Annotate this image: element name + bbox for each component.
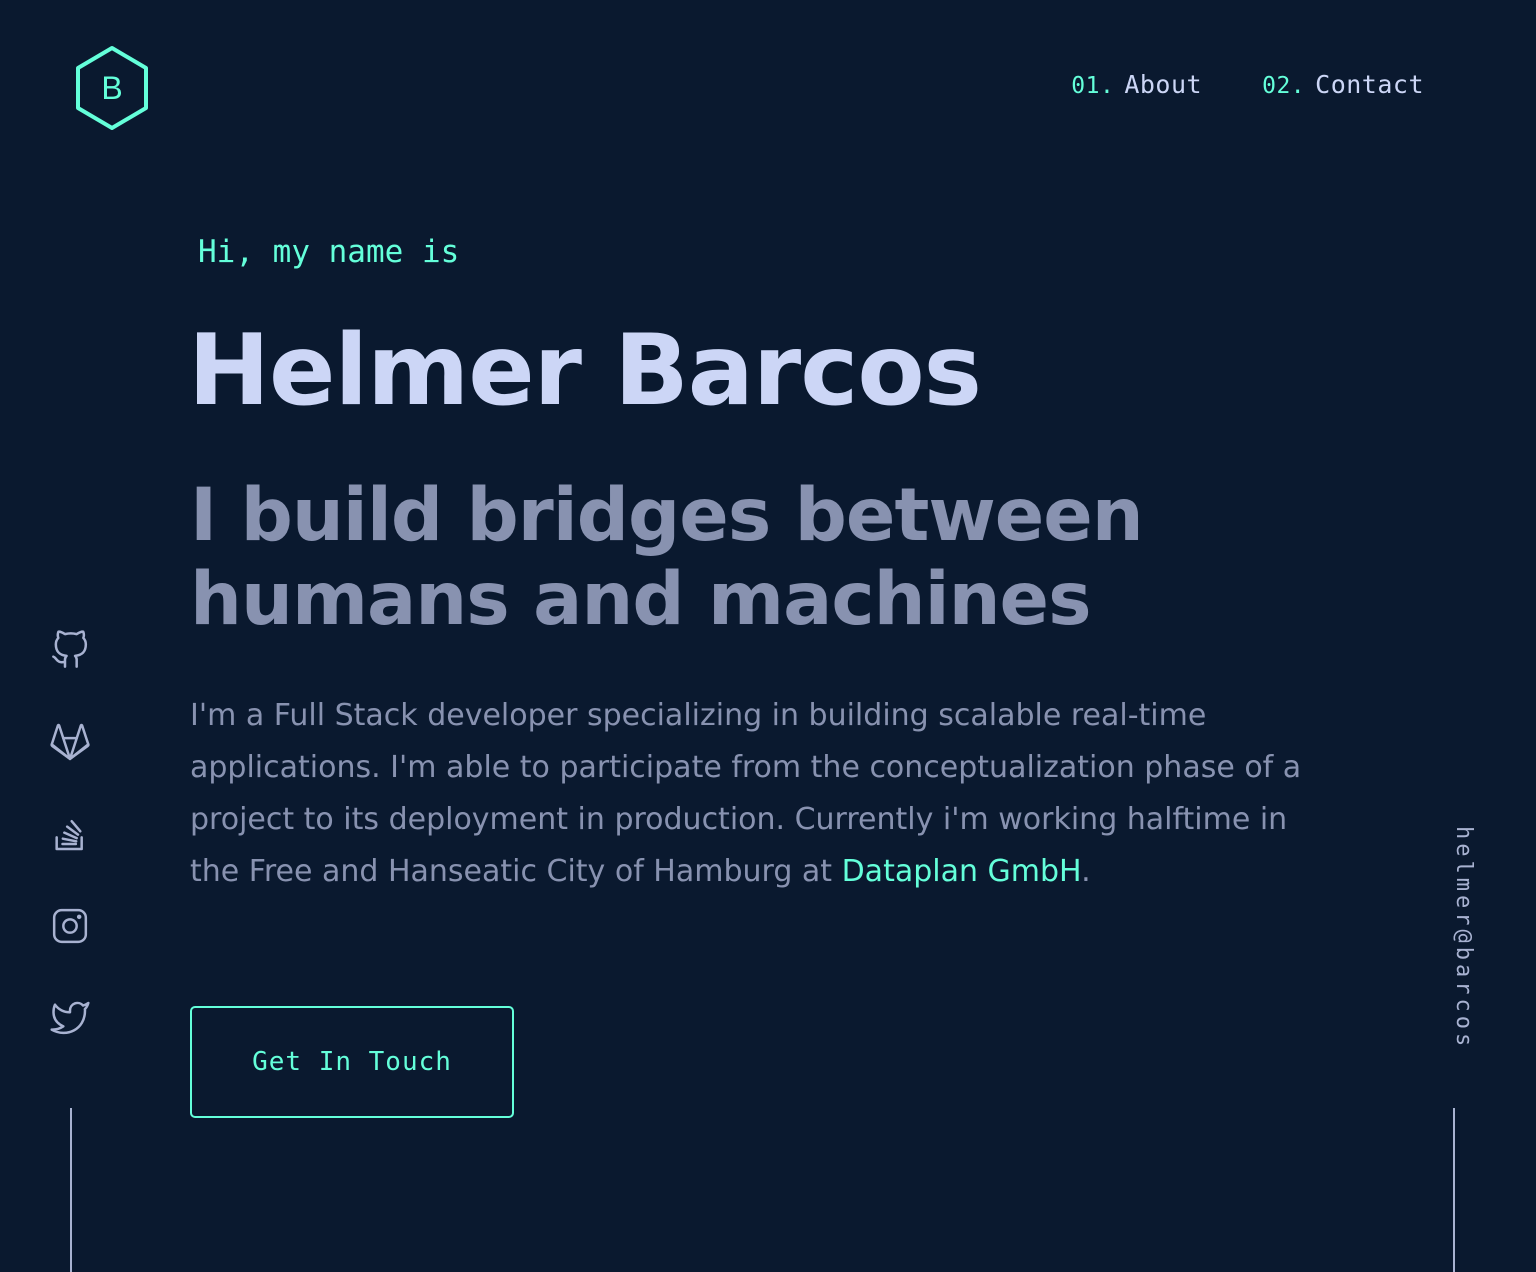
hero-name: Helmer Barcos [188, 314, 982, 428]
get-in-touch-button[interactable]: Get In Touch [190, 1006, 514, 1118]
nav-number: 01. [1071, 73, 1115, 99]
social-sidebar [48, 628, 92, 1040]
instagram-icon [52, 908, 88, 944]
logo-letter: B [101, 70, 122, 106]
stackoverflow-icon [55, 819, 83, 851]
bio-end: . [1081, 854, 1091, 889]
nav-label: About [1124, 70, 1203, 99]
nav-item-about[interactable]: 01. About [1071, 70, 1202, 99]
stackoverflow-link[interactable] [48, 812, 92, 856]
bio-text: I'm a Full Stack developer specializing … [190, 698, 1302, 889]
twitter-link[interactable] [48, 996, 92, 1040]
hero-tagline: I build bridges between humans and machi… [190, 473, 1144, 642]
main-nav: 01. About 02. Contact [1071, 70, 1424, 99]
github-link[interactable] [48, 628, 92, 672]
nav-item-contact[interactable]: 02. Contact [1262, 70, 1424, 99]
gitlab-icon [50, 723, 90, 761]
nav-number: 02. [1262, 73, 1306, 99]
social-divider-line [70, 1108, 72, 1272]
employer-link[interactable]: Dataplan GmbH [842, 854, 1082, 889]
email-link[interactable]: helmer@barcos [1432, 826, 1476, 1056]
instagram-link[interactable] [48, 904, 92, 948]
github-icon [52, 630, 88, 668]
hexagon-logo-icon: B [76, 46, 148, 130]
email-divider-line [1453, 1108, 1455, 1272]
twitter-icon [50, 1001, 90, 1035]
hero-greeting: Hi, my name is [198, 234, 460, 270]
gitlab-link[interactable] [48, 720, 92, 764]
home-logo-link[interactable]: B [72, 44, 152, 132]
nav-label: Contact [1315, 70, 1424, 99]
hero-bio: I'm a Full Stack developer specializing … [190, 690, 1330, 898]
